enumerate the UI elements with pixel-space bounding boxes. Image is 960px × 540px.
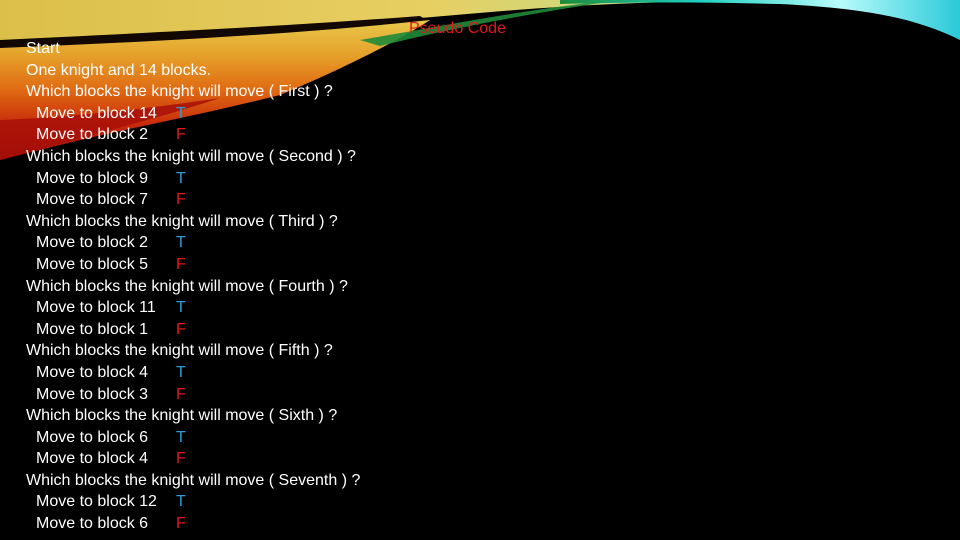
- line-text: Move to block 12: [36, 493, 157, 511]
- false-mark: F: [176, 450, 186, 468]
- move-option-line: Move to block 2 F: [26, 124, 360, 146]
- line-text: Move to block 3: [36, 385, 149, 403]
- line-text: Which blocks the knight will move ( Sixt…: [26, 407, 338, 425]
- line-text: Move to block 6: [36, 428, 149, 446]
- line-text: Move to block 2: [36, 234, 149, 252]
- move-option-line: Move to block 5 F: [26, 254, 360, 276]
- move-option-line: Move to block 12 T: [26, 491, 360, 513]
- move-option-line: Move to block 14 T: [26, 103, 360, 125]
- pseudo-code-line: Which blocks the knight will move ( Seco…: [26, 146, 360, 168]
- true-mark: T: [176, 493, 186, 511]
- swoosh-cyan-arc: [560, 0, 960, 40]
- move-option-line: Move to block 6 T: [26, 427, 360, 449]
- true-mark: T: [176, 234, 186, 252]
- true-mark: T: [176, 428, 186, 446]
- line-text: Move to block 1: [36, 320, 149, 338]
- line-text: Move to block 7: [36, 191, 149, 209]
- pseudo-code-line: Which blocks the knight will move ( Sixt…: [26, 405, 360, 427]
- move-option-line: Move to block 4 F: [26, 448, 360, 470]
- false-mark: F: [176, 255, 186, 273]
- pseudo-code-line: Which blocks the knight will move ( Fift…: [26, 340, 360, 362]
- line-text: Which blocks the knight will move ( Fift…: [26, 342, 333, 360]
- false-mark: F: [176, 515, 186, 533]
- line-text: Move to block 2: [36, 126, 149, 144]
- slide-title: Pseudo Code: [409, 20, 506, 37]
- true-mark: T: [176, 169, 186, 187]
- pseudo-code-line: Which blocks the knight will move ( Seve…: [26, 470, 360, 492]
- line-text: Move to block 4: [36, 450, 149, 468]
- line-text: Move to block 9: [36, 169, 149, 187]
- move-option-line: Move to block 9 T: [26, 168, 360, 190]
- pseudo-code-line: Which blocks the knight will move ( Thir…: [26, 211, 360, 233]
- false-mark: F: [176, 320, 186, 338]
- move-option-line: Move to block 6 F: [26, 513, 360, 535]
- line-text: Move to block 6: [36, 515, 149, 533]
- line-text: Which blocks the knight will move ( Seve…: [26, 471, 361, 489]
- move-option-line: Move to block 11 T: [26, 297, 360, 319]
- move-option-line: Move to block 4 T: [26, 362, 360, 384]
- line-text: Which blocks the knight will move ( Thir…: [26, 212, 338, 230]
- line-text: Which blocks the knight will move ( Seco…: [26, 147, 356, 165]
- pseudo-code-line: Which blocks the knight will move ( Firs…: [26, 81, 360, 103]
- true-mark: T: [176, 104, 186, 122]
- move-option-line: Move to block 1 F: [26, 319, 360, 341]
- line-text: Move to block 14: [36, 104, 157, 122]
- slide: Pseudo Code Start One knight and 14 block…: [0, 0, 960, 540]
- line-text: One knight and 14 blocks.: [26, 61, 212, 79]
- move-option-line: Move to block 2 T: [26, 232, 360, 254]
- pseudo-code-line: One knight and 14 blocks.: [26, 60, 360, 82]
- false-mark: F: [176, 126, 186, 144]
- pseudo-code-list: Start One knight and 14 blocks. Which bloc…: [26, 38, 360, 535]
- line-text: Move to block 4: [36, 363, 149, 381]
- move-option-line: Move to block 7 F: [26, 189, 360, 211]
- line-text: Move to block 5: [36, 255, 149, 273]
- true-mark: T: [176, 363, 186, 381]
- line-text: Move to block 11: [36, 299, 156, 317]
- false-mark: F: [176, 385, 186, 403]
- line-text: Which blocks the knight will move ( Firs…: [26, 83, 333, 101]
- false-mark: F: [176, 191, 186, 209]
- line-text: Start: [26, 40, 60, 57]
- move-option-line: Move to block 3 F: [26, 384, 360, 406]
- pseudo-code-line: Which blocks the knight will move ( Four…: [26, 276, 360, 298]
- true-mark: T: [176, 299, 186, 317]
- pseudo-code-line: Start: [26, 38, 360, 60]
- line-text: Which blocks the knight will move ( Four…: [26, 277, 348, 295]
